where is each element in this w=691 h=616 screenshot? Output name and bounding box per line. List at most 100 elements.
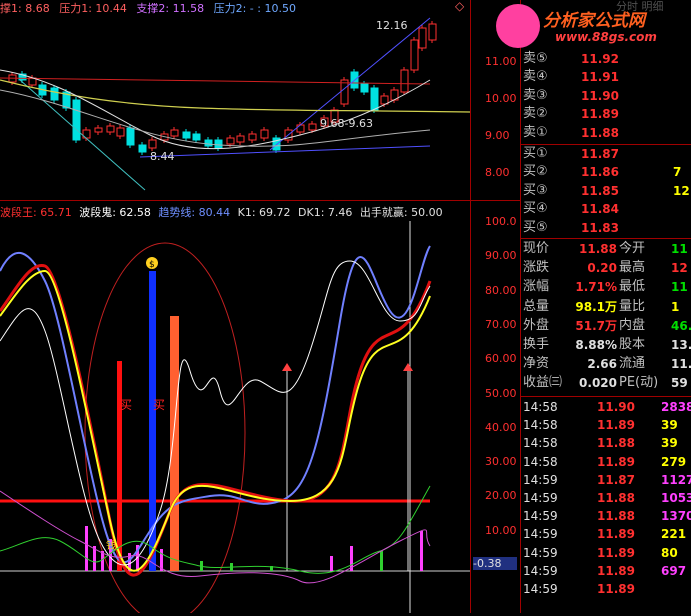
candle	[260, 129, 269, 139]
candle	[308, 123, 317, 131]
order-level-label: 买③	[523, 182, 548, 198]
indicator-legend: 波段王: 65.71 波段鬼: 62.58 趋势线: 80.44 K1: 69.…	[0, 204, 443, 220]
tick-row[interactable]: 14:59 11.89 221	[521, 525, 691, 543]
tick-volume: 697	[661, 563, 687, 578]
price-tick: 8.00	[485, 166, 510, 179]
tick-volume: 279	[661, 454, 687, 469]
tick-row[interactable]: 14:59 11.87 1127	[521, 471, 691, 489]
mid-annotation: 9.68-9.63	[320, 117, 373, 130]
order-price: 11.88	[581, 125, 619, 140]
legend-wave-ghost: 波段鬼: 62.58	[79, 206, 151, 219]
indicator-axis: 100.0 90.00 80.00 70.00 60.00 50.00 40.00 30.00…	[470, 201, 521, 613]
order-book-buy-row[interactable]: 买① 11.87	[521, 145, 691, 163]
order-level-label: 买⑤	[523, 219, 548, 235]
indicator-panel[interactable]: 买 买 $ 钱 波段王: 65.71 波段鬼: 62.58 趋势线: 80.44…	[0, 201, 470, 616]
tick-row[interactable]: 14:59 11.89 697	[521, 562, 691, 580]
tick-row[interactable]: 14:58 11.90 2838	[521, 398, 691, 416]
candle	[236, 135, 245, 143]
mini-bar	[330, 556, 333, 571]
tick-volume: 1053	[661, 491, 691, 505]
tick-price: 11.88	[597, 436, 635, 451]
watermark-logo-icon	[496, 4, 540, 48]
order-book-buy-row[interactable]: 买⑤ 11.83	[521, 219, 691, 237]
order-book-buy-row[interactable]: 买③ 11.85 12	[521, 182, 691, 200]
info-value: 13.6	[671, 338, 691, 352]
candle	[116, 127, 125, 137]
order-price: 11.89	[581, 107, 619, 122]
close-window-icon[interactable]: ◇	[455, 0, 464, 13]
quote-info-row: 总量 98.1万 量比 1	[521, 298, 691, 316]
mini-bar	[101, 551, 104, 571]
candle	[340, 79, 349, 105]
order-price: 11.86	[581, 165, 619, 180]
tick-row[interactable]: 14:59 11.89	[521, 580, 691, 598]
tick-price: 11.89	[597, 418, 635, 433]
info-label: 换手	[523, 337, 550, 352]
indicator-tick: 30.00	[485, 455, 517, 469]
tick-time: 14:59	[523, 545, 558, 560]
trend-line-blue	[0, 245, 431, 564]
tick-row[interactable]: 14:58 11.89 279	[521, 453, 691, 471]
bottom-value: -0.38	[473, 557, 517, 570]
order-book-sell-row[interactable]: 卖① 11.88	[521, 124, 691, 142]
candle	[248, 133, 257, 141]
price-tick: 11.00	[485, 55, 517, 68]
low-annotation: 8.44	[150, 150, 175, 163]
tick-row[interactable]: 14:58 11.89 39	[521, 416, 691, 434]
candle	[428, 23, 437, 41]
candle	[410, 39, 419, 71]
legend-k1: K1: 69.72	[237, 206, 291, 219]
candle	[138, 144, 147, 153]
order-book-sell-row[interactable]: 卖④ 11.91	[521, 68, 691, 86]
quote-info-row: 净资 2.66流通 11.0	[521, 355, 691, 373]
info-value: 59	[671, 376, 688, 391]
info-label: 收益㈢	[523, 375, 563, 391]
wave-king-red	[0, 264, 432, 577]
indicator-tick: 70.00	[485, 317, 517, 331]
candle	[296, 124, 305, 133]
info-value: 46.3	[671, 318, 691, 333]
legend-win: 出手就赢: 50.00	[359, 206, 443, 219]
order-book-sell-row[interactable]: 卖⑤ 11.92	[521, 50, 691, 68]
orange-bar	[170, 316, 179, 571]
info-label: 涨跌	[523, 260, 550, 276]
legend-pressure1: 压力1: 10.44	[59, 2, 127, 15]
kline-panel[interactable]: 撑1: 8.68 压力1: 10.44 支撑2: 11.58 压力2: - : …	[0, 0, 471, 200]
signal-arrow	[403, 363, 413, 371]
candle	[106, 125, 115, 133]
order-book-buy-row[interactable]: 买④ 11.84	[521, 200, 691, 218]
order-price: 11.84	[581, 202, 619, 217]
info-value: 11.88	[579, 242, 617, 256]
tick-price: 11.87	[597, 472, 635, 487]
mini-bar	[380, 551, 383, 571]
tick-time: 14:59	[523, 527, 558, 542]
candle	[126, 127, 135, 146]
quote-info-row: 现价 11.88 今开 11	[521, 240, 691, 258]
order-book-buy-row[interactable]: 买② 11.86 7	[521, 163, 691, 181]
order-book-sell-row[interactable]: 卖② 11.89	[521, 105, 691, 123]
info-label: 外盘	[523, 317, 550, 333]
indicator-tick: 20.00	[485, 489, 517, 503]
info-label: 净资	[523, 356, 550, 372]
book-divider	[521, 238, 691, 239]
resistance-line	[0, 77, 431, 85]
tick-list[interactable]: 14:58 11.90 2838 14:58 11.89 39 14:58 11.88 39 14…	[521, 398, 691, 613]
tick-row[interactable]: 14:58 11.88 39	[521, 434, 691, 452]
order-volume: 7	[673, 165, 682, 180]
tick-row[interactable]: 14:59 11.88 1370	[521, 507, 691, 525]
tick-time: 14:59	[523, 472, 558, 487]
tick-price: 11.90	[597, 400, 635, 414]
order-book-sell-row[interactable]: 卖③ 11.90	[521, 87, 691, 105]
tick-row[interactable]: 14:59 11.88 1053	[521, 489, 691, 507]
buy-book: 买① 11.87 买② 11.86 7 买③ 11.85 12 买④ 11.84 买⑤ 11.83	[521, 145, 691, 237]
high-annotation: 12.16	[376, 19, 408, 32]
tick-time: 14:58	[523, 400, 558, 414]
tick-row[interactable]: 14:59 11.89 80	[521, 544, 691, 562]
watermark: 分时 明细 分析家公式网 www.88gs.com	[496, 0, 691, 50]
candle	[204, 139, 213, 147]
info-value: 1	[671, 299, 680, 314]
order-level-label: 买④	[523, 201, 548, 217]
info-divider	[521, 396, 691, 397]
info-label: 最高	[619, 260, 646, 276]
info-value: 0.20	[587, 261, 617, 276]
